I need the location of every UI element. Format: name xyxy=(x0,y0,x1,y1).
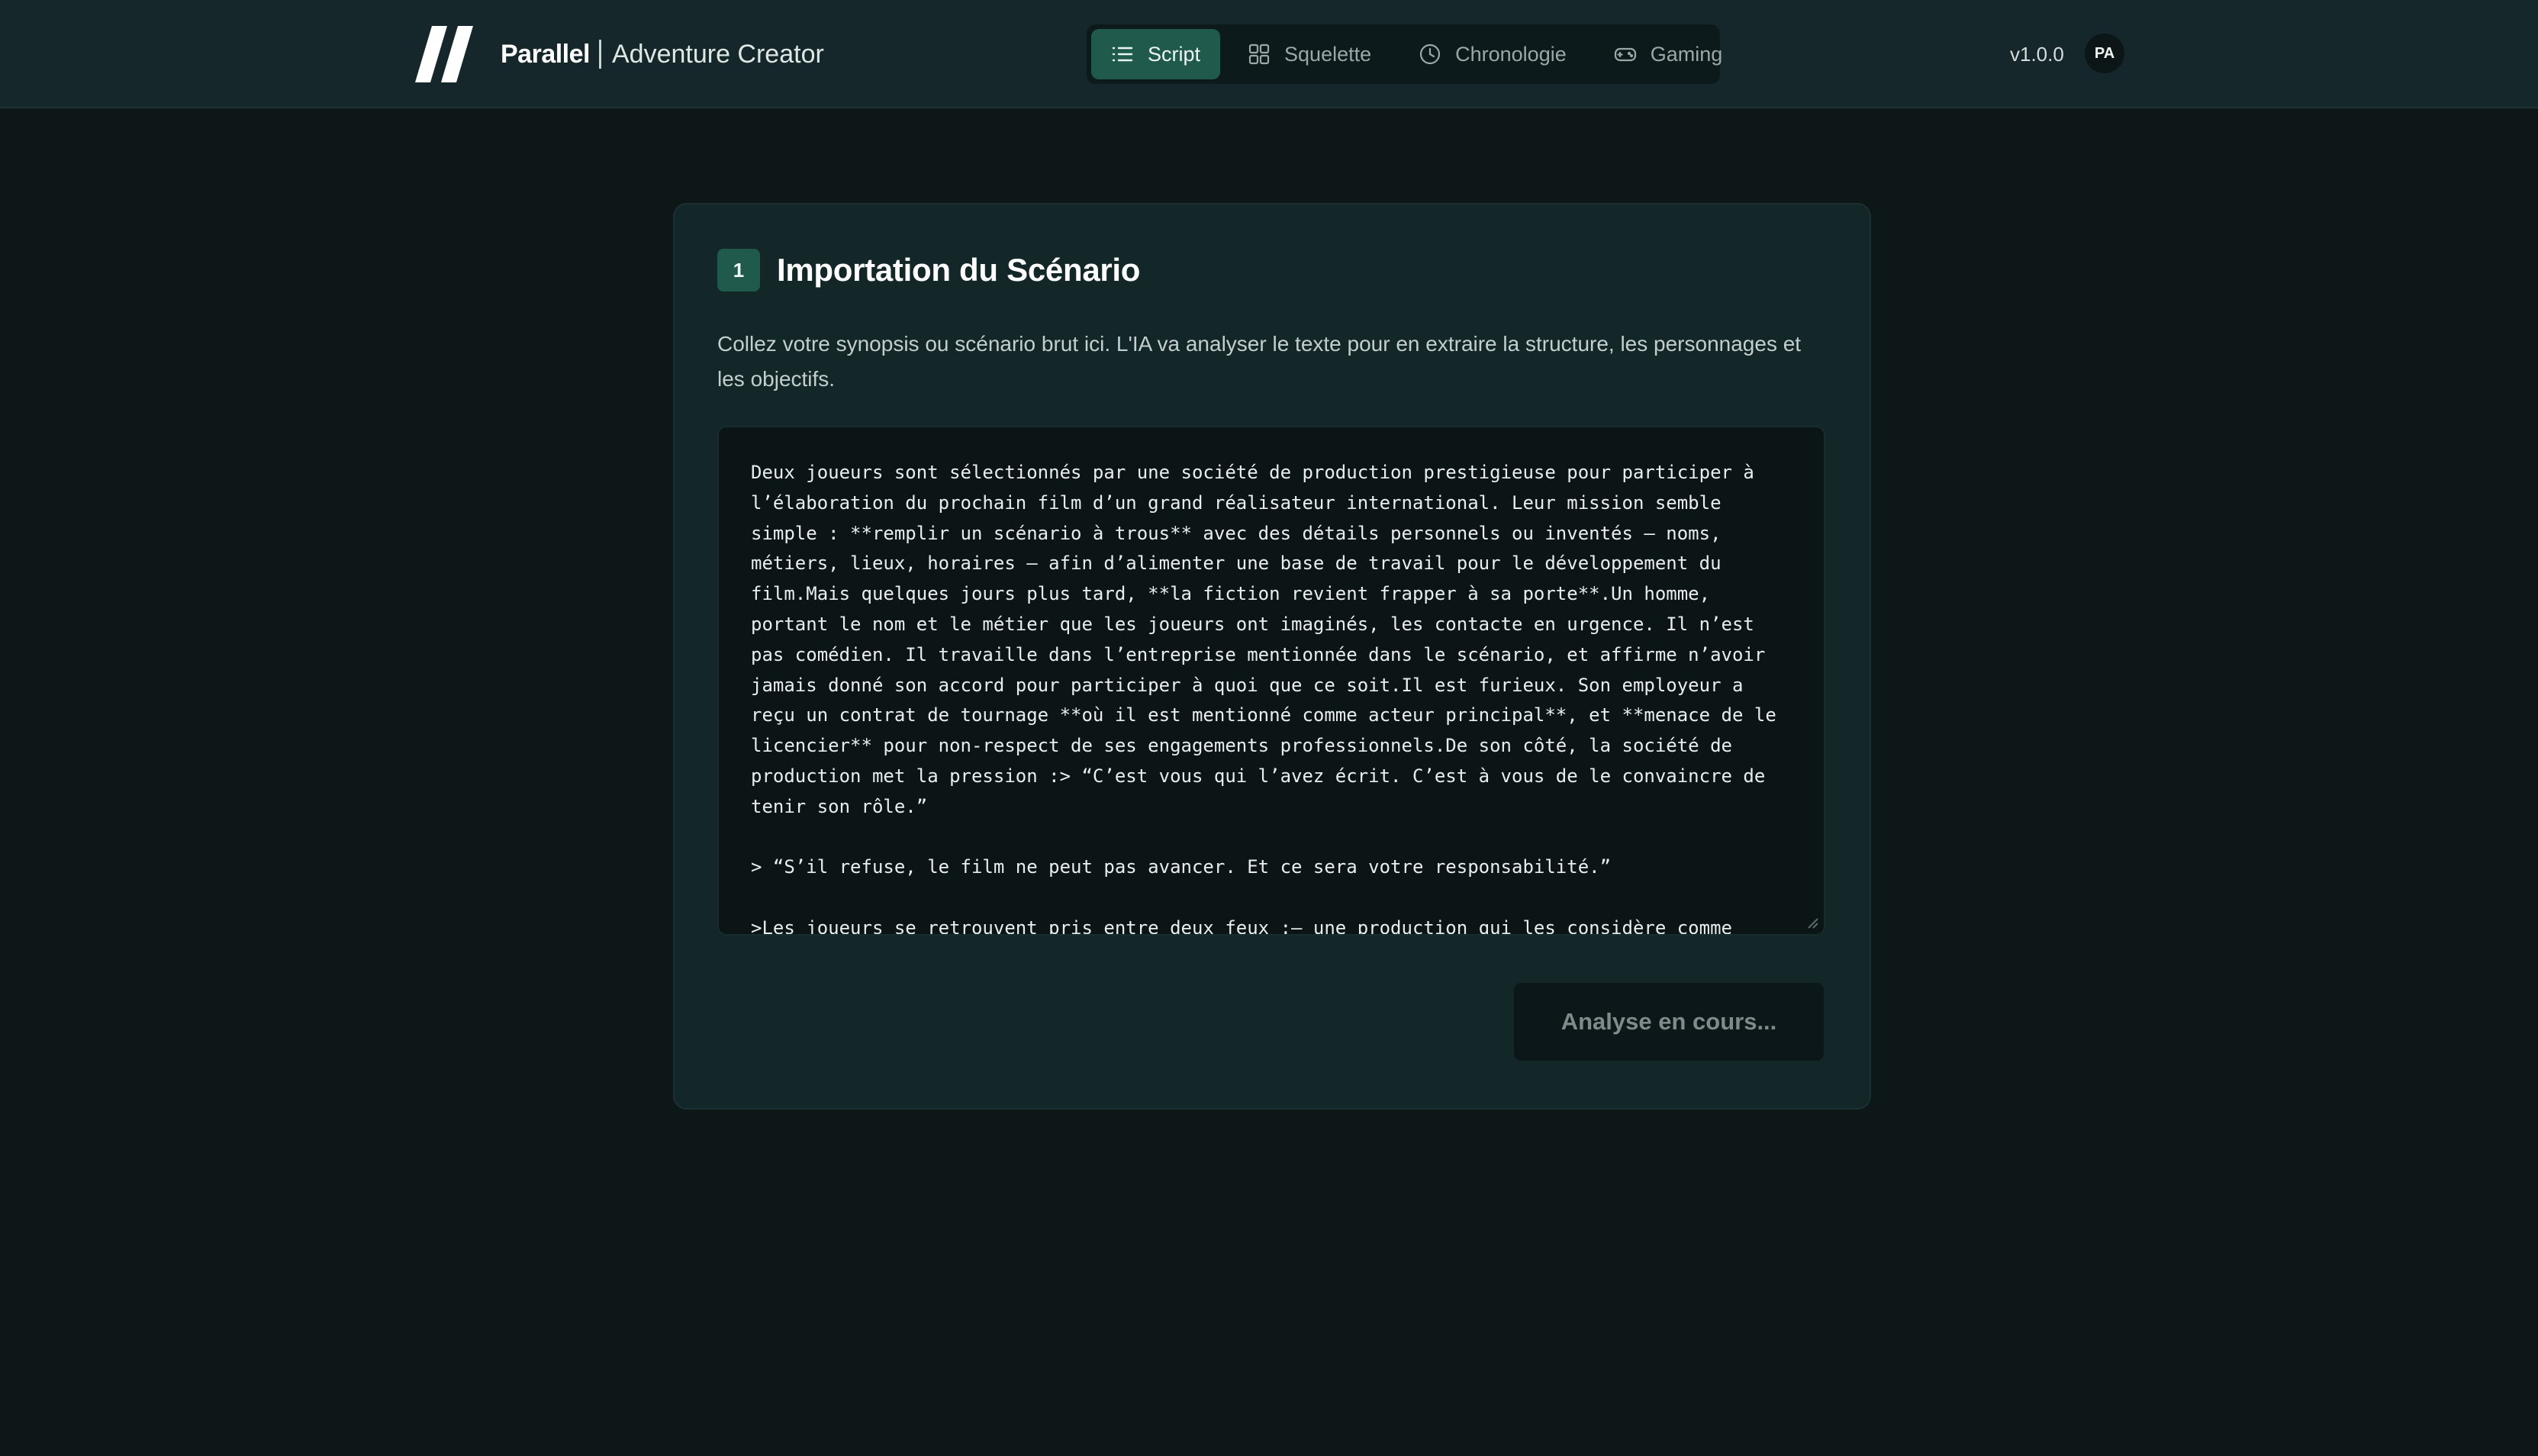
scenario-import-card: 1 Importation du Scénario Collez votre s… xyxy=(673,203,1871,1110)
step-number-badge: 1 xyxy=(717,249,760,292)
tab-script[interactable]: Script xyxy=(1091,29,1221,79)
tab-squelette[interactable]: Squelette xyxy=(1228,29,1391,79)
double-slash-logo-icon xyxy=(415,26,473,82)
top-navigation-bar: Parallel Adventure Creator Script Squele… xyxy=(0,0,2538,108)
brand-subtitle: Adventure Creator xyxy=(611,39,824,69)
resize-handle-icon[interactable] xyxy=(1804,914,1819,929)
scenario-textarea[interactable]: Deux joueurs sont sélectionnés par une s… xyxy=(717,426,1825,936)
analyze-button[interactable]: Analyse en cours... xyxy=(1512,981,1825,1062)
brand-divider xyxy=(598,40,601,69)
main-tabs: Script Squelette Chronologie Gaming xyxy=(1087,24,1722,84)
card-description: Collez votre synopsis ou scénario brut i… xyxy=(717,332,1802,391)
version-label: v1.0.0 xyxy=(2010,43,2064,66)
tab-script-label: Script xyxy=(1148,42,1201,66)
scenario-text[interactable]: Deux joueurs sont sélectionnés par une s… xyxy=(751,458,1796,934)
card-title: Importation du Scénario xyxy=(777,252,1141,288)
brand-name: Parallel xyxy=(501,39,590,69)
tab-chronologie[interactable]: Chronologie xyxy=(1399,29,1586,79)
brand[interactable]: Parallel Adventure Creator xyxy=(415,24,824,84)
gamepad-icon xyxy=(1614,47,1636,62)
tab-chronologie-label: Chronologie xyxy=(1455,42,1567,66)
list-icon xyxy=(1112,47,1133,62)
tab-gaming[interactable]: Gaming xyxy=(1594,29,1743,79)
clock-icon xyxy=(1420,43,1441,65)
avatar[interactable]: PA xyxy=(2085,34,2124,73)
tab-gaming-label: Gaming xyxy=(1650,42,1723,66)
tab-squelette-label: Squelette xyxy=(1284,42,1372,66)
grid-icon xyxy=(1248,43,1270,65)
